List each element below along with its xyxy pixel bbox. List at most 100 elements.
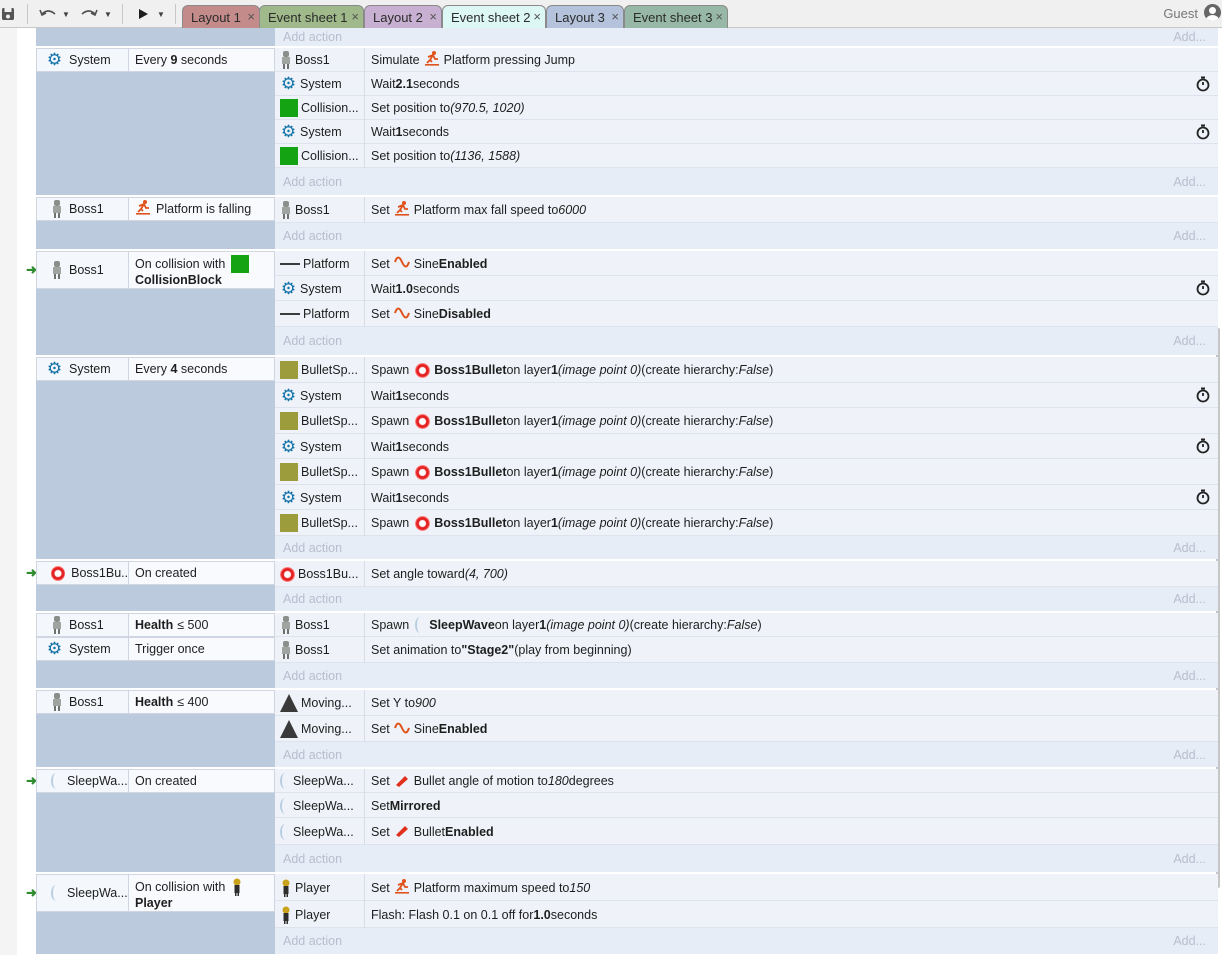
tab-event-sheet-1[interactable]: Event sheet 1 × (259, 5, 364, 28)
action-row[interactable]: Boss1 Spawn SleepWave on layer 1 (image p… (275, 613, 1218, 637)
close-icon[interactable]: × (351, 9, 359, 24)
redo-menu-chevron-down-icon[interactable]: ▼ (103, 4, 113, 24)
close-icon[interactable]: × (611, 9, 619, 24)
add-action-menu[interactable]: Add... (1173, 229, 1206, 243)
action-text[interactable]: Wait 1 seconds (371, 383, 449, 408)
action-row[interactable]: Boss1 Simulate Platform pressing Jump (275, 48, 1218, 72)
action-object[interactable]: ⚙ System (275, 120, 365, 144)
condition-text[interactable]: Every 9 seconds (129, 48, 275, 72)
action-row[interactable]: Boss1 Set animation to "Stage2" (play fro… (275, 637, 1218, 663)
condition-text[interactable]: On collision with CollisionBlock (129, 251, 275, 289)
action-object[interactable]: Boss1 (275, 637, 365, 663)
save-icon[interactable] (0, 4, 16, 24)
action-text[interactable]: Set Sine Enabled (371, 251, 487, 276)
condition-row[interactable]: Boss1 Health ≤ 400 (36, 690, 275, 714)
action-text[interactable]: Set Bullet Enabled (371, 818, 494, 845)
action-object[interactable]: SleepWa... (275, 818, 365, 845)
action-text[interactable]: Wait 1 seconds (371, 485, 449, 510)
condition-text[interactable]: Platform is falling (129, 197, 275, 221)
add-action-link[interactable]: Add action (283, 334, 342, 348)
action-object[interactable]: Collision... (275, 96, 365, 120)
action-text[interactable]: Spawn Boss1Bullet on layer 1 (image poin… (371, 459, 773, 485)
action-object[interactable]: Platform (275, 301, 365, 327)
action-text[interactable]: Spawn Boss1Bullet on layer 1 (image poin… (371, 357, 773, 383)
action-object[interactable]: Platform (275, 251, 365, 276)
action-row[interactable]: Player Flash: Flash 0.1 on 0.1 off for 1.… (275, 901, 1218, 928)
action-object[interactable]: Boss1 (275, 197, 365, 223)
action-row[interactable]: Moving... Set Sine Enabled (275, 716, 1218, 742)
action-object[interactable]: ⚙ System (275, 485, 365, 510)
condition-row[interactable]: Boss1Bu... On created (36, 561, 275, 585)
action-text[interactable]: Set Platform maximum speed to 150 (371, 874, 590, 901)
action-text[interactable]: Spawn Boss1Bullet on layer 1 (image poin… (371, 510, 773, 536)
add-action-menu[interactable]: Add... (1173, 592, 1206, 606)
condition-object[interactable]: Boss1Bu... (36, 561, 129, 585)
add-action-row[interactable]: Add action Add... (275, 536, 1218, 559)
add-action-menu[interactable]: Add... (1173, 175, 1206, 189)
action-object[interactable]: ⚙ System (275, 276, 365, 301)
add-action-link[interactable]: Add action (283, 748, 342, 762)
action-text[interactable]: Wait 1.0 seconds (371, 276, 460, 301)
action-row[interactable]: SleepWa... Set Bullet Enabled (275, 818, 1218, 845)
add-action-row[interactable]: Add action Add... (275, 928, 1218, 954)
add-action-row[interactable]: Add action Add... (275, 742, 1218, 767)
action-row[interactable]: BulletSp... Spawn Boss1Bullet on layer 1 … (275, 510, 1218, 536)
condition-object[interactable]: Boss1 (36, 197, 129, 221)
add-action-menu[interactable]: Add... (1173, 748, 1206, 762)
undo-icon[interactable] (37, 4, 59, 24)
action-object[interactable]: Collision... (275, 144, 365, 168)
condition-row[interactable]: ⚙ System Every 9 seconds (36, 48, 275, 72)
condition-row[interactable]: ⚙ System Trigger once (36, 637, 275, 661)
add-action-link[interactable]: Add action (283, 592, 342, 606)
add-action-row[interactable]: Add action Add... (275, 587, 1218, 611)
action-object[interactable]: SleepWa... (275, 769, 365, 793)
action-text[interactable]: Spawn Boss1Bullet on layer 1 (image poin… (371, 408, 773, 434)
condition-row[interactable]: Boss1 On collision with CollisionBlock (36, 251, 275, 289)
condition-text[interactable]: Trigger once (129, 637, 275, 661)
add-action-row[interactable]: Add action Add... (275, 845, 1218, 872)
redo-icon[interactable] (78, 4, 100, 24)
condition-row[interactable]: Boss1 Platform is falling (36, 197, 275, 221)
add-action-row[interactable]: Add action Add... (275, 327, 1218, 355)
action-object[interactable]: ⚙ System (275, 383, 365, 408)
action-text[interactable]: Set position to (1136, 1588) (371, 144, 520, 168)
tab-event-sheet-2[interactable]: Event sheet 2 × (442, 5, 546, 29)
action-row[interactable]: Platform Set Sine Disabled (275, 301, 1218, 327)
action-text[interactable]: Wait 1 seconds (371, 434, 449, 459)
action-object[interactable]: ⚙ System (275, 434, 365, 459)
condition-text[interactable]: Health ≤ 500 (129, 613, 275, 637)
action-row[interactable]: Platform Set Sine Enabled (275, 251, 1218, 276)
action-text[interactable]: Set Y to 900 (371, 690, 436, 716)
add-action-menu[interactable]: Add... (1173, 334, 1206, 348)
guest-label[interactable]: Guest (1163, 6, 1198, 21)
action-text[interactable]: Set animation to "Stage2" (play from beg… (371, 637, 632, 663)
condition-object[interactable]: ⚙ System (36, 48, 129, 72)
tab-layout-1[interactable]: Layout 1 × (182, 5, 260, 28)
action-row[interactable]: SleepWa... Set Bullet angle of motion to … (275, 769, 1218, 793)
action-row[interactable]: Moving... Set Y to 900 (275, 690, 1218, 716)
action-row[interactable]: Player Set Platform maximum speed to 150 (275, 874, 1218, 901)
action-object[interactable]: Player (275, 874, 365, 901)
action-text[interactable]: Flash: Flash 0.1 on 0.1 off for 1.0 seco… (371, 901, 597, 928)
add-action-link[interactable]: Add action (283, 30, 342, 44)
action-row[interactable]: ⚙ System Wait 1.0 seconds (275, 276, 1218, 301)
action-object[interactable]: BulletSp... (275, 357, 365, 383)
add-action-menu[interactable]: Add... (1173, 541, 1206, 555)
add-action-row[interactable]: Add action Add... (275, 168, 1218, 195)
add-action-link[interactable]: Add action (283, 175, 342, 189)
action-text[interactable]: Set angle toward (4, 700) (371, 561, 508, 587)
action-object[interactable]: Boss1 (275, 48, 365, 72)
action-object[interactable]: BulletSp... (275, 459, 365, 485)
action-row[interactable]: Collision... Set position to (970.5, 1020… (275, 96, 1218, 120)
action-row[interactable]: ⚙ System Wait 1 seconds (275, 434, 1218, 459)
add-action-link[interactable]: Add action (283, 541, 342, 555)
action-object[interactable]: Player (275, 901, 365, 928)
close-icon[interactable]: × (429, 9, 437, 24)
add-action-row[interactable]: Add action Add... (275, 223, 1218, 249)
action-text[interactable]: Spawn SleepWave on layer 1 (image point … (371, 613, 762, 637)
action-text[interactable]: Set Bullet angle of motion to 180 degree… (371, 769, 614, 793)
close-icon[interactable]: × (715, 9, 723, 24)
add-action-link[interactable]: Add action (283, 852, 342, 866)
action-text[interactable]: Set Mirrored (371, 793, 440, 818)
condition-object[interactable]: SleepWa... (36, 874, 129, 912)
